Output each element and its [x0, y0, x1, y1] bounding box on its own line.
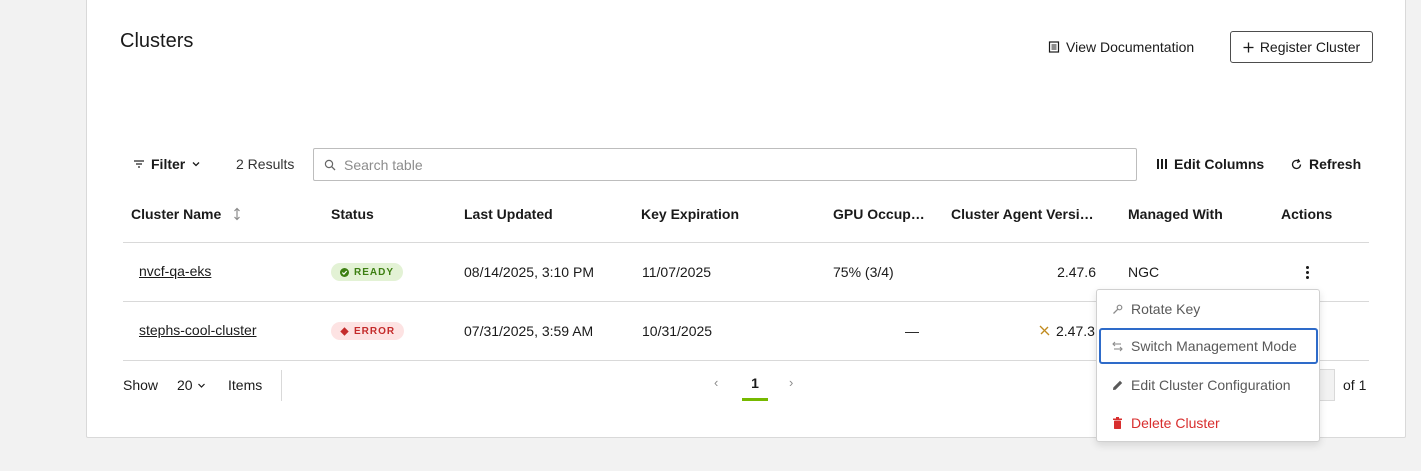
menu-item-delete-cluster[interactable]: Delete Cluster [1099, 405, 1318, 441]
row-actions-kebab-icon[interactable] [1300, 264, 1314, 280]
view-documentation-button[interactable]: View Documentation [1048, 39, 1194, 55]
edit-columns-label: Edit Columns [1174, 156, 1265, 172]
view-documentation-label: View Documentation [1066, 39, 1195, 55]
edit-columns-button[interactable]: Edit Columns [1156, 148, 1264, 180]
results-count: 2 Results [236, 156, 295, 172]
gpu-occupancy: 75% (3/4) [833, 264, 894, 280]
cluster-name-link[interactable]: stephs-cool-cluster [139, 322, 257, 338]
column-header-managed-with[interactable]: Managed With [1128, 206, 1223, 222]
menu-item-label: Rotate Key [1131, 301, 1201, 317]
document-icon [1048, 41, 1060, 53]
search-input[interactable] [344, 156, 1104, 173]
sort-icon[interactable] [233, 207, 241, 221]
refresh-button[interactable]: Refresh [1290, 148, 1361, 180]
menu-item-rotate-key[interactable]: Rotate Key [1099, 291, 1318, 327]
agent-version: 2.47.3 [1056, 323, 1095, 339]
key-expiration: 10/31/2025 [642, 323, 713, 339]
column-header-key-expiration[interactable]: Key Expiration [641, 206, 739, 222]
status-badge: READY [331, 263, 404, 281]
next-page-chevron-right-icon[interactable]: › [789, 375, 793, 390]
row-divider [123, 301, 1097, 302]
footer-divider [281, 370, 282, 401]
column-header-agent-version[interactable]: Cluster Agent Versi… [951, 206, 1094, 222]
chevron-down-icon [197, 383, 205, 388]
columns-icon [1157, 159, 1167, 169]
check-circle-icon [340, 267, 349, 277]
status-badge: ERROR [331, 322, 405, 340]
pencil-icon [1111, 379, 1123, 391]
register-cluster-label: Register Cluster [1259, 39, 1361, 55]
warning-no-link-icon [1039, 325, 1050, 336]
header-divider [123, 242, 1369, 243]
column-header-last-updated[interactable]: Last Updated [464, 206, 553, 222]
cluster-name-link[interactable]: nvcf-qa-eks [139, 263, 211, 279]
search-box[interactable] [313, 148, 1137, 181]
last-updated: 07/31/2025, 3:59 AM [464, 323, 594, 339]
agent-version: 2.47.6 [1057, 264, 1096, 280]
managed-with: NGC [1128, 264, 1160, 280]
key-expiration: 11/07/2025 [642, 264, 712, 280]
menu-item-edit-cluster-configuration[interactable]: Edit Cluster Configuration [1099, 367, 1318, 403]
column-header-cluster-name[interactable]: Cluster Name [131, 206, 241, 222]
register-cluster-button[interactable]: Register Cluster [1230, 31, 1373, 63]
items-label: Items [228, 377, 263, 393]
column-header-gpu-occupancy[interactable]: GPU Occup… [833, 206, 925, 222]
filter-icon [134, 160, 144, 168]
refresh-label: Refresh [1309, 156, 1362, 172]
chevron-down-icon [192, 162, 200, 167]
page-size-value: 20 [177, 377, 193, 393]
filter-label: Filter [151, 156, 186, 172]
show-label: Show [123, 377, 159, 393]
page-size-select[interactable]: 20 [177, 370, 206, 400]
column-header-label: Cluster Name [131, 206, 222, 222]
status-label: ERROR [354, 325, 396, 337]
last-updated: 08/14/2025, 3:10 PM [464, 264, 594, 280]
column-header-status[interactable]: Status [331, 206, 374, 222]
page-title: Clusters [120, 30, 194, 52]
refresh-icon [1291, 158, 1302, 169]
error-diamond-icon [340, 326, 349, 336]
row-actions-menu: Rotate Key Switch Management Mode Edit C… [1096, 289, 1320, 442]
active-page-indicator [742, 398, 768, 401]
page-total-label: of 1 [1343, 377, 1367, 393]
switch-arrows-icon [1111, 340, 1123, 352]
trash-icon [1111, 417, 1123, 429]
menu-item-label: Switch Management Mode [1131, 338, 1297, 354]
filter-button[interactable]: Filter [133, 148, 201, 180]
menu-item-switch-management-mode[interactable]: Switch Management Mode [1099, 328, 1318, 364]
previous-page-chevron-left-icon[interactable]: ‹ [714, 375, 718, 390]
column-header-actions: Actions [1281, 206, 1333, 222]
page-number-button[interactable]: 1 [742, 375, 768, 391]
key-icon [1111, 303, 1123, 315]
menu-item-label: Delete Cluster [1131, 415, 1220, 431]
search-icon [324, 159, 336, 170]
status-label: READY [354, 266, 395, 278]
plus-icon [1243, 42, 1254, 52]
gpu-occupancy: — [905, 323, 919, 339]
row-divider [1320, 301, 1369, 302]
menu-item-label: Edit Cluster Configuration [1131, 377, 1291, 393]
